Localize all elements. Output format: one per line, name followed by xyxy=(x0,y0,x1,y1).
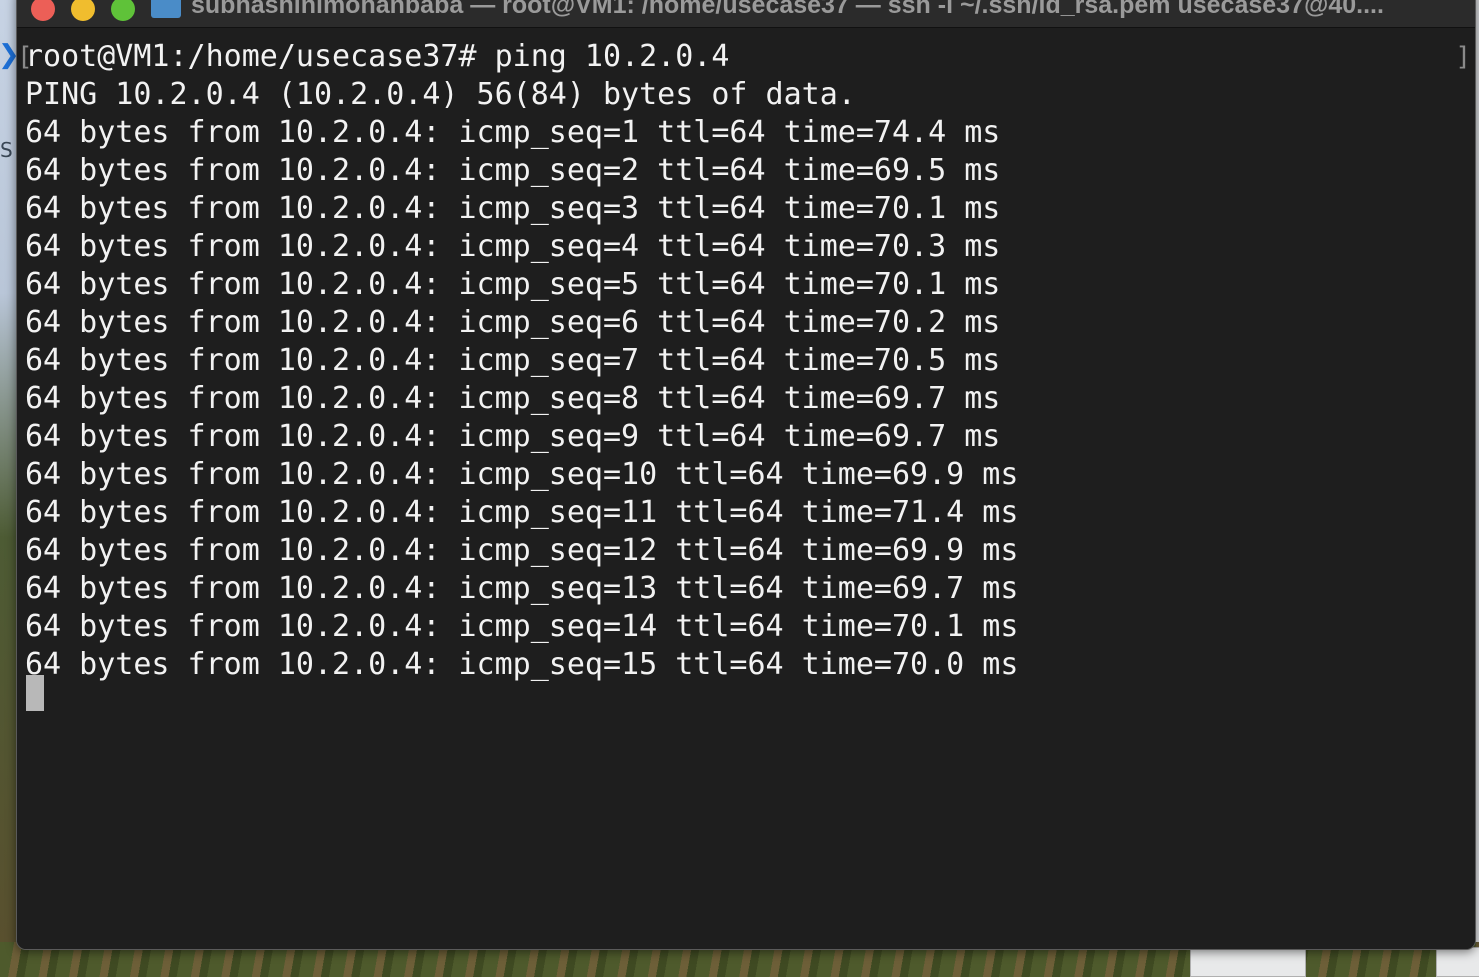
terminal-line: 64 bytes from 10.2.0.4: icmp_seq=10 ttl=… xyxy=(25,457,1019,492)
selection-bracket-right: ] xyxy=(1455,42,1471,72)
terminal-line: 64 bytes from 10.2.0.4: icmp_seq=6 ttl=6… xyxy=(25,305,1001,340)
terminal-line: 64 bytes from 10.2.0.4: icmp_seq=14 ttl=… xyxy=(25,609,1019,644)
close-button[interactable] xyxy=(31,0,55,21)
terminal-line: 64 bytes from 10.2.0.4: icmp_seq=3 ttl=6… xyxy=(25,191,1001,226)
terminal-line: PING 10.2.0.4 (10.2.0.4) 56(84) bytes of… xyxy=(25,77,856,112)
dock-thumbnail[interactable] xyxy=(1190,947,1306,977)
title-bar[interactable]: subhashinimohanbaba — root@VM1: /home/us… xyxy=(17,0,1475,28)
background-window-letter: S xyxy=(0,138,13,162)
window-title: subhashinimohanbaba — root@VM1: /home/us… xyxy=(191,0,1384,19)
folder-icon xyxy=(151,0,181,18)
terminal-line: 64 bytes from 10.2.0.4: icmp_seq=4 ttl=6… xyxy=(25,229,1001,264)
terminal-line: 64 bytes from 10.2.0.4: icmp_seq=8 ttl=6… xyxy=(25,381,1001,416)
terminal-line: 64 bytes from 10.2.0.4: icmp_seq=11 ttl=… xyxy=(25,495,1019,530)
terminal-line: 64 bytes from 10.2.0.4: icmp_seq=5 ttl=6… xyxy=(25,267,1001,302)
terminal-line: 64 bytes from 10.2.0.4: icmp_seq=2 ttl=6… xyxy=(25,153,1001,188)
terminal-window: subhashinimohanbaba — root@VM1: /home/us… xyxy=(16,0,1476,950)
terminal-line: 64 bytes from 10.2.0.4: icmp_seq=12 ttl=… xyxy=(25,533,1019,568)
terminal-line: 64 bytes from 10.2.0.4: icmp_seq=15 ttl=… xyxy=(25,647,1019,682)
terminal-output-area[interactable]: [ ] root@VM1:/home/usecase37# ping 10.2.… xyxy=(17,28,1475,949)
terminal-line: 64 bytes from 10.2.0.4: icmp_seq=13 ttl=… xyxy=(25,571,1019,606)
terminal-lines: root@VM1:/home/usecase37# ping 10.2.0.4 P… xyxy=(25,38,1018,684)
terminal-line: 64 bytes from 10.2.0.4: icmp_seq=1 ttl=6… xyxy=(25,115,1001,150)
text-cursor xyxy=(26,675,44,711)
zoom-button[interactable] xyxy=(111,0,135,21)
minimize-button[interactable] xyxy=(71,0,95,21)
terminal-line: 64 bytes from 10.2.0.4: icmp_seq=7 ttl=6… xyxy=(25,343,1001,378)
terminal-line: 64 bytes from 10.2.0.4: icmp_seq=9 ttl=6… xyxy=(25,419,1001,454)
terminal-line: root@VM1:/home/usecase37# ping 10.2.0.4 xyxy=(25,39,730,74)
dock-thumbnail[interactable] xyxy=(1436,947,1479,977)
